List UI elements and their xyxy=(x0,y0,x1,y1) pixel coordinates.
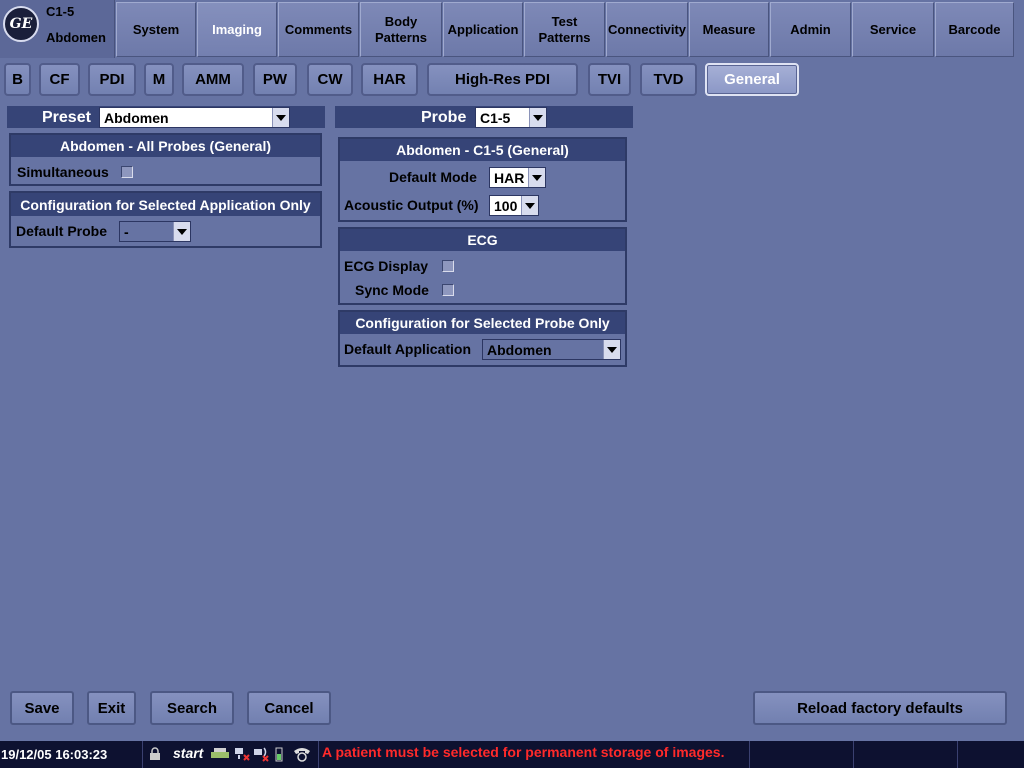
all-probes-panel: Abdomen - All Probes (General) Simultane… xyxy=(9,133,322,186)
chevron-down-icon[interactable] xyxy=(529,108,546,127)
preset-label: Preset xyxy=(42,109,91,126)
probe-general-title: Abdomen - C1-5 (General) xyxy=(340,139,625,161)
default-probe-value: - xyxy=(124,224,129,240)
network-disconnected-icon[interactable] xyxy=(232,745,252,763)
acoustic-output-label: Acoustic Output (%) xyxy=(344,197,479,213)
battery-icon xyxy=(274,745,284,763)
ecg-title: ECG xyxy=(340,229,625,251)
probe-select[interactable]: C1-5 xyxy=(475,107,547,128)
subtab-tvd[interactable]: TVD xyxy=(640,63,697,96)
acoustic-output-select[interactable]: 100 xyxy=(489,195,539,216)
config-probe-panel: Configuration for Selected Probe Only De… xyxy=(338,310,627,367)
status-divider xyxy=(318,741,319,768)
default-application-select[interactable]: Abdomen xyxy=(482,339,621,360)
wireless-disconnected-icon[interactable] xyxy=(252,745,272,763)
subtab-pdi[interactable]: PDI xyxy=(88,63,136,96)
chevron-down-icon[interactable] xyxy=(603,340,620,359)
chevron-down-icon[interactable] xyxy=(528,168,545,187)
status-divider xyxy=(853,741,854,768)
ecg-display-checkbox[interactable] xyxy=(442,260,454,272)
service-phone-icon[interactable] xyxy=(291,745,313,763)
tab-application[interactable]: Application xyxy=(443,2,523,57)
default-application-label: Default Application xyxy=(344,341,472,357)
ge-logo-icon: GE xyxy=(3,6,39,42)
tab-body-patterns[interactable]: Body Patterns xyxy=(360,2,442,57)
ecg-panel: ECG ECG Display Sync Mode xyxy=(338,227,627,305)
status-divider xyxy=(749,741,750,768)
ecg-display-label: ECG Display xyxy=(344,258,429,274)
current-application: Abdomen xyxy=(46,30,106,45)
chevron-down-icon[interactable] xyxy=(173,222,190,241)
start-label[interactable]: start xyxy=(173,745,203,761)
tab-test-patterns[interactable]: Test Patterns xyxy=(524,2,605,57)
status-divider xyxy=(957,741,958,768)
status-divider xyxy=(142,741,143,768)
subtab-cf[interactable]: CF xyxy=(39,63,80,96)
chevron-down-icon[interactable] xyxy=(272,108,289,127)
all-probes-title: Abdomen - All Probes (General) xyxy=(11,135,320,157)
default-mode-value: HAR xyxy=(494,170,525,186)
status-message: A patient must be selected for permanent… xyxy=(322,744,725,760)
subtab-amm[interactable]: AMM xyxy=(182,63,244,96)
tab-measure[interactable]: Measure xyxy=(689,2,769,57)
default-mode-select[interactable]: HAR xyxy=(489,167,546,188)
acoustic-output-value: 100 xyxy=(494,198,518,214)
storage-icon[interactable] xyxy=(209,745,231,763)
tab-comments[interactable]: Comments xyxy=(278,2,359,57)
config-app-panel: Configuration for Selected Application O… xyxy=(9,191,322,248)
probe-label: Probe xyxy=(421,109,467,126)
simultaneous-checkbox[interactable] xyxy=(121,166,133,178)
current-probe: C1-5 xyxy=(46,4,75,19)
reload-factory-defaults-button[interactable]: Reload factory defaults xyxy=(753,691,1007,725)
lock-icon xyxy=(148,745,162,763)
subtab-cw[interactable]: CW xyxy=(307,63,353,96)
probe-general-panel: Abdomen - C1-5 (General) Default Mode HA… xyxy=(338,137,627,222)
probe-info-box: GE C1-5 Abdomen xyxy=(0,0,115,58)
subtab-har[interactable]: HAR xyxy=(361,63,418,96)
tab-service[interactable]: Service xyxy=(852,2,934,57)
subtab-tvi[interactable]: TVI xyxy=(588,63,631,96)
sync-mode-checkbox[interactable] xyxy=(442,284,454,296)
subtab-pw[interactable]: PW xyxy=(253,63,297,96)
tab-system[interactable]: System xyxy=(116,2,196,57)
sync-mode-label: Sync Mode xyxy=(355,282,429,298)
status-datetime: 19/12/05 16:03:23 xyxy=(1,747,108,762)
subtab-general[interactable]: General xyxy=(705,63,799,96)
tab-connectivity[interactable]: Connectivity xyxy=(606,2,688,57)
tab-barcode[interactable]: Barcode xyxy=(935,2,1014,57)
search-button[interactable]: Search xyxy=(150,691,234,725)
default-probe-label: Default Probe xyxy=(16,223,108,239)
chevron-down-icon[interactable] xyxy=(521,196,538,215)
save-button[interactable]: Save xyxy=(10,691,74,725)
default-application-value: Abdomen xyxy=(487,342,552,358)
tab-imaging[interactable]: Imaging xyxy=(197,2,277,57)
subtab-b[interactable]: B xyxy=(4,63,31,96)
config-probe-title: Configuration for Selected Probe Only xyxy=(340,312,625,334)
preset-value: Abdomen xyxy=(104,110,169,126)
subtab-high-res-pdi[interactable]: High-Res PDI xyxy=(427,63,578,96)
exit-button[interactable]: Exit xyxy=(87,691,136,725)
subtab-m[interactable]: M xyxy=(144,63,174,96)
default-probe-select[interactable]: - xyxy=(119,221,191,242)
tab-admin[interactable]: Admin xyxy=(770,2,851,57)
default-mode-label: Default Mode xyxy=(389,169,477,185)
config-app-title: Configuration for Selected Application O… xyxy=(11,193,320,216)
cancel-button[interactable]: Cancel xyxy=(247,691,331,725)
probe-value: C1-5 xyxy=(480,110,511,126)
preset-select[interactable]: Abdomen xyxy=(99,107,290,128)
simultaneous-label: Simultaneous xyxy=(17,164,109,180)
